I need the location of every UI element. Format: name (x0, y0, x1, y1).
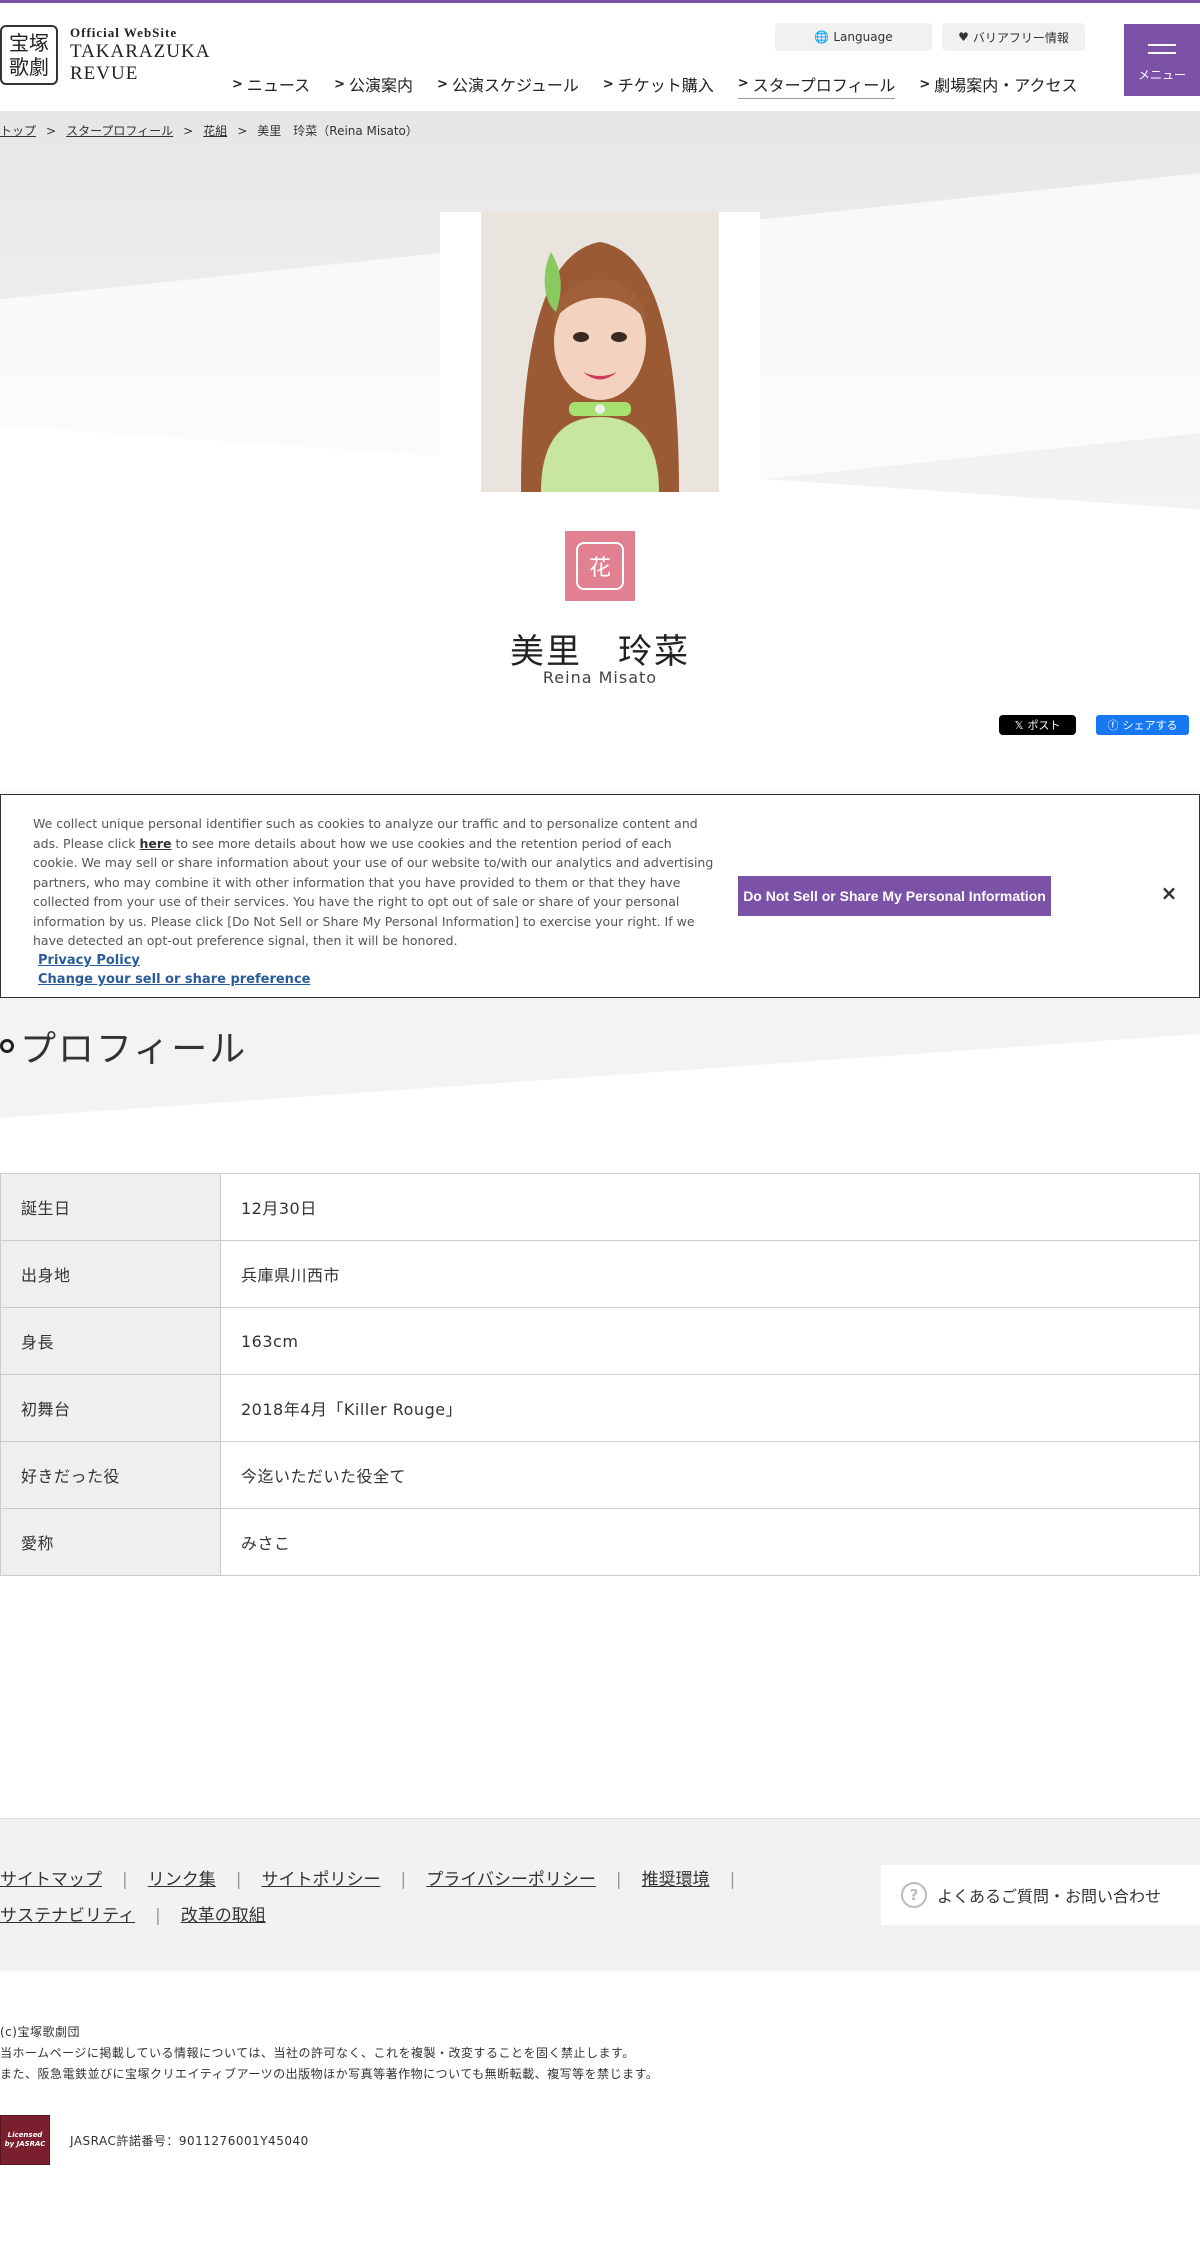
menu-button[interactable]: メニュー (1124, 24, 1200, 96)
globe-icon: 🌐 (814, 30, 830, 44)
footer-links-link[interactable]: リンク集 (148, 1870, 216, 1890)
breadcrumb-flower-troupe[interactable]: 花組 (203, 122, 227, 139)
footer-site-policy-link[interactable]: サイトポリシー (261, 1870, 380, 1890)
jasrac-number: JASRAC許諾番号：9011276001Y45040 (70, 2134, 309, 2148)
main-nav: > ニュース > 公演案内 > 公演スケジュール > チケット購入 > スタープロフィール… (232, 69, 1078, 99)
table-row: 初舞台 2018年4月「Killer Rouge」 (0, 1374, 1200, 1442)
footer-recommended-env-link[interactable]: 推奨環境 (642, 1870, 710, 1890)
share-x-button[interactable]: 𝕏 ポスト (999, 715, 1076, 735)
footer-sustainability-link[interactable]: サステナビリティ (0, 1906, 135, 1926)
faq-contact-button[interactable]: ? よくあるご質問・お問い合わせ (881, 1865, 1200, 1925)
logo-line2: REVUE (70, 63, 139, 84)
heart-icon: ♥ (958, 30, 969, 44)
footer-sitemap-link[interactable]: サイトマップ (0, 1870, 102, 1890)
star-photo (481, 212, 719, 492)
do-not-sell-button[interactable]: Do Not Sell or Share My Personal Informa… (738, 876, 1051, 916)
nav-tickets[interactable]: > チケット購入 (603, 69, 714, 99)
language-button[interactable]: 🌐 Language (775, 23, 932, 51)
table-row: 誕生日 12月30日 (0, 1173, 1200, 1241)
nav-news[interactable]: > ニュース (232, 69, 310, 99)
cookie-banner: We collect unique personal identifier su… (0, 794, 1200, 998)
hamburger-icon (1148, 38, 1176, 60)
close-icon[interactable]: × (1159, 881, 1179, 905)
logo-small-text: Official WebSite (70, 25, 178, 40)
breadcrumb-top[interactable]: トップ (0, 122, 36, 139)
copyright: (c)宝塚歌劇団 当ホームページに掲載している情報については、当社の許可なく、こ… (0, 2025, 659, 2081)
question-icon: ? (901, 1882, 927, 1908)
nav-star-profile[interactable]: > スタープロフィール (737, 69, 896, 99)
breadcrumb-star-profile[interactable]: スタープロフィール (66, 122, 173, 139)
logo-seal: 宝塚 歌劇 (0, 25, 58, 85)
site-logo[interactable]: 宝塚 歌劇 Official WebSite TAKARAZUKA REVUE (0, 25, 210, 85)
star-name-en: Reina Misato (542, 668, 658, 687)
logo-line1: TAKARAZUKA (70, 41, 211, 62)
star-name-jp: 美里 玲菜 (510, 632, 690, 672)
nav-theater-access[interactable]: > 劇場案内・アクセス (919, 69, 1077, 99)
table-row: 好きだった役 今迄いただいた役全て (0, 1441, 1200, 1509)
chevron-right-icon: > (334, 76, 346, 92)
chevron-right-icon: > (437, 76, 448, 92)
table-row: 身長 163cm (0, 1307, 1200, 1375)
chevron-right-icon: > (232, 76, 243, 92)
flower-troupe-icon: 花 (565, 531, 635, 601)
chevron-right-icon: > (602, 76, 614, 92)
table-row: 愛称 みさこ (0, 1508, 1200, 1576)
facebook-icon: ⓕ (1107, 719, 1119, 732)
cookie-text: We collect unique personal identifier su… (33, 816, 714, 948)
breadcrumb-current: 美里 玲菜（Reina Misato） (257, 124, 418, 138)
change-preference-link[interactable]: Change your sell or share preference (38, 970, 310, 989)
nav-performances[interactable]: > 公演案内 (334, 69, 413, 99)
cookie-here-link[interactable]: here (140, 836, 172, 851)
jasrac-logo: Licensed by JASRAC (0, 2115, 50, 2165)
chevron-right-icon: > (919, 76, 931, 92)
breadcrumb: トップ > スタープロフィール > 花組 > 美里 玲菜（Reina Misat… (0, 122, 418, 139)
table-row: 出身地 兵庫県川西市 (0, 1240, 1200, 1308)
footer-reform-link[interactable]: 改革の取組 (181, 1906, 266, 1926)
profile-heading: プロフィール (0, 1020, 247, 1072)
barrier-free-button[interactable]: ♥ バリアフリー情報 (942, 23, 1085, 51)
x-logo-icon: 𝕏 (1014, 718, 1024, 732)
profile-table: 誕生日 12月30日 出身地 兵庫県川西市 身長 163cm 初舞台 2018年4月「K… (0, 1173, 1200, 1576)
footer-links: サイトマップ | リンク集 | サイトポリシー | プライバシーポリシー | 推奨環境 | サステ… (0, 1870, 736, 1926)
footer-privacy-policy-link[interactable]: プライバシーポリシー (426, 1870, 596, 1890)
nav-schedule[interactable]: > 公演スケジュール (437, 69, 579, 99)
site-header: 宝塚 歌劇 Official WebSite TAKARAZUKA REVUE … (0, 3, 1200, 111)
circle-bullet-icon (0, 1039, 14, 1053)
share-facebook-button[interactable]: ⓕ シェアする (1096, 715, 1189, 735)
privacy-policy-link[interactable]: Privacy Policy (38, 951, 310, 970)
chevron-right-icon: > (737, 76, 749, 91)
